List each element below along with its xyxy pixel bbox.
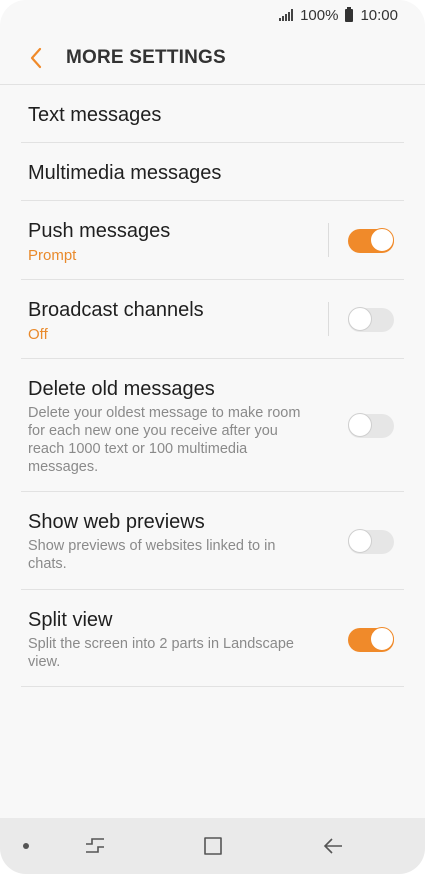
status-bar: 100% 10:00 [0, 0, 425, 30]
recents-icon [86, 838, 104, 853]
setting-label: Delete old messages [28, 378, 215, 400]
nav-dot-icon [23, 843, 29, 849]
setting-label: Broadcast channels [28, 299, 204, 321]
setting-delete-old-messages[interactable]: Delete old messages Delete your oldest m… [21, 359, 404, 492]
toggle-knob [348, 307, 372, 331]
broadcast-channels-toggle[interactable] [348, 307, 394, 332]
setting-push-messages[interactable]: Push messages Prompt [21, 201, 404, 280]
app-header: MORE SETTINGS [0, 30, 425, 85]
setting-label: Split view [28, 609, 113, 631]
delete-old-messages-toggle[interactable] [348, 413, 394, 438]
navigation-bar [0, 818, 425, 874]
toggle-knob [370, 228, 394, 252]
setting-description: Split the screen into 2 parts in Landsca… [28, 636, 294, 670]
setting-show-web-previews[interactable]: Show web previews Show previews of websi… [21, 492, 404, 590]
page-title: MORE SETTINGS [66, 46, 226, 68]
setting-split-view[interactable]: Split view Split the screen into 2 parts… [21, 590, 404, 687]
toggle-knob [348, 413, 372, 437]
vertical-divider [328, 223, 329, 257]
signal-icon [279, 9, 294, 21]
setting-label: Multimedia messages [28, 162, 222, 184]
setting-label: Text messages [28, 104, 162, 126]
push-messages-toggle[interactable] [348, 228, 394, 253]
setting-broadcast-channels[interactable]: Broadcast channels Off [21, 280, 404, 359]
clock: 10:00 [360, 6, 398, 24]
battery-percent: 100% [300, 6, 339, 24]
split-view-toggle[interactable] [348, 627, 394, 652]
settings-list: Text messages Multimedia messages Push m… [21, 85, 404, 687]
setting-description: Delete your oldest message to make room … [28, 405, 301, 475]
setting-text-messages[interactable]: Text messages [21, 85, 404, 143]
chevron-left-icon [30, 47, 42, 68]
toggle-knob [370, 627, 394, 651]
show-web-previews-toggle[interactable] [348, 529, 394, 554]
back-button[interactable] [22, 44, 50, 72]
home-button[interactable] [198, 832, 228, 860]
setting-label: Push messages [28, 220, 171, 242]
home-icon [204, 837, 222, 855]
setting-label: Show web previews [28, 511, 205, 533]
setting-value: Prompt [28, 247, 77, 264]
recents-button[interactable] [80, 832, 110, 860]
back-nav-button[interactable] [318, 832, 348, 860]
phone-screen: 100% 10:00 MORE SETTINGS Text messages M… [0, 0, 425, 874]
back-icon [323, 838, 342, 854]
setting-value: Off [28, 326, 48, 343]
battery-icon [345, 6, 354, 22]
vertical-divider [328, 302, 329, 336]
setting-multimedia-messages[interactable]: Multimedia messages [21, 143, 404, 201]
toggle-knob [348, 529, 372, 553]
setting-description: Show previews of websites linked to in c… [28, 538, 276, 572]
